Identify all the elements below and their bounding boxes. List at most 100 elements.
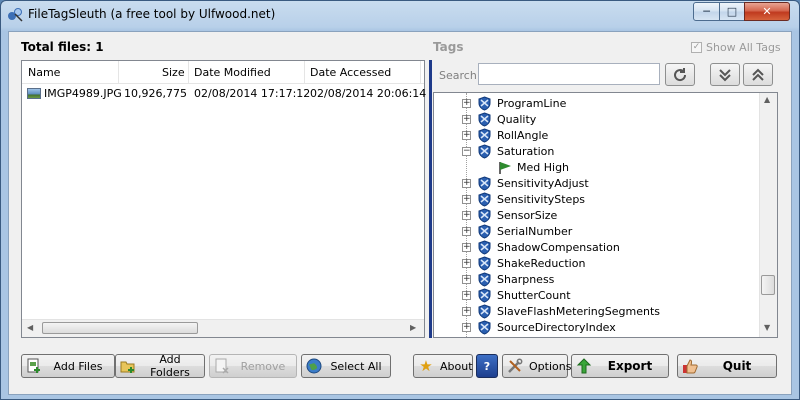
tree-item-label: Med High [517,161,570,174]
tree-item[interactable]: + SourceDirectoryIndex [434,320,764,336]
table-row[interactable]: IMGP4989.JPG 10,926,775 02/08/2014 17:17… [22,85,427,103]
shield-icon [478,96,491,111]
add-files-label: Add Files [53,359,103,373]
expand-icon[interactable]: + [462,275,471,284]
checkbox-checked-icon[interactable]: ✓ [691,42,702,53]
tree-item[interactable]: + SensitivityAdjust [434,176,764,192]
column-header-size[interactable]: Size [162,66,185,79]
about-button[interactable]: ★ About [413,354,473,378]
shield-icon [478,256,491,271]
tags-title: Tags [433,40,464,54]
add-files-button[interactable]: Add Files [21,354,115,378]
help-button[interactable]: ? [476,354,498,378]
tools-icon [507,358,523,374]
file-date-accessed: 02/08/2014 20:06:14 [310,87,427,100]
expand-icon[interactable]: + [462,211,471,220]
tree-item[interactable]: + Sharpness [434,272,764,288]
search-input[interactable] [478,63,660,85]
star-icon: ★ [419,357,433,375]
tree-item[interactable]: + RollAngle [434,128,764,144]
tree-item-label: ProgramLine [497,97,567,110]
tree-item[interactable]: + ShakeReduction [434,256,764,272]
expand-icon[interactable]: + [462,259,471,268]
column-header-name[interactable]: Name [28,66,60,79]
expand-icon[interactable]: + [462,115,471,124]
vertical-scrollbar[interactable]: ▲ ▼ [759,93,777,337]
maximize-button[interactable]: □ [719,2,745,21]
tree-item[interactable]: + SerialNumber [434,224,764,240]
file-list[interactable]: Name Size Date Modified Date Accessed IM… [21,60,427,338]
expand-icon[interactable]: + [462,291,471,300]
collapse-all-button[interactable] [743,63,773,86]
column-divider[interactable] [304,61,305,83]
tree-item-label: RollAngle [497,129,549,142]
panel-splitter[interactable] [429,60,432,338]
tag-tree[interactable]: + ProgramLine + Quality + RollAngle − Saturatio… [433,92,778,338]
add-folders-button[interactable]: Add Folders [115,353,205,379]
tree-item[interactable]: − Saturation [434,144,764,160]
shield-icon [478,176,491,191]
quit-button[interactable]: Quit [677,354,777,378]
column-header-date-accessed[interactable]: Date Accessed [310,66,391,79]
app-logo-icon [8,8,23,22]
tree-item[interactable]: + SlaveFlashMeteringSegments [434,304,764,320]
select-all-button[interactable]: Select All [301,354,391,378]
column-divider[interactable] [420,61,421,83]
remove-button[interactable]: Remove [209,354,297,378]
minimize-icon: ─ [703,5,710,18]
scroll-thumb[interactable] [761,275,775,295]
export-button[interactable]: Export [571,354,669,378]
tree-item[interactable]: Med High [434,160,764,176]
scroll-thumb[interactable] [42,322,198,334]
expand-icon[interactable]: + [462,307,471,316]
help-icon: ? [483,359,491,373]
expand-icon[interactable]: + [462,131,471,140]
double-chevron-down-icon [719,68,731,81]
refresh-button[interactable] [665,63,695,86]
title-bar[interactable]: FileTagSleuth (a free tool by Ulfwood.ne… [1,1,799,29]
shield-icon [478,320,491,335]
column-header-date-modified[interactable]: Date Modified [194,66,271,79]
shield-icon [478,144,491,159]
shield-icon [478,128,491,143]
expand-icon[interactable]: + [462,99,471,108]
shield-icon [478,240,491,255]
scroll-left-icon[interactable]: ◀ [27,323,33,332]
shield-icon [478,288,491,303]
search-label: Search [439,69,477,82]
column-divider[interactable] [188,61,189,83]
tree-item[interactable]: + SensorSize [434,208,764,224]
expand-all-button[interactable] [710,63,740,86]
select-all-label: Select All [330,359,382,373]
refresh-icon [674,67,687,81]
window-title: FileTagSleuth (a free tool by Ulfwood.ne… [28,7,276,21]
horizontal-scrollbar[interactable]: ◀ ▶ [22,319,424,337]
column-divider[interactable] [118,61,119,83]
scroll-up-icon[interactable]: ▲ [764,95,770,104]
total-files-label: Total files: 1 [21,40,104,54]
tree-item-label: ShutterCount [497,289,571,302]
shield-icon [478,224,491,239]
expand-icon[interactable]: + [462,243,471,252]
minimize-button[interactable]: ─ [693,2,720,21]
tree-item-label: SerialNumber [497,225,573,238]
options-button[interactable]: Options [502,354,571,378]
tree-item-label: SourceDirectoryIndex [497,321,616,334]
expand-icon[interactable]: + [462,179,471,188]
expand-icon[interactable]: + [462,323,471,332]
tree-item[interactable]: + ProgramLine [434,96,764,112]
shield-icon [478,112,491,127]
tree-item[interactable]: + ShadowCompensation [434,240,764,256]
expand-icon[interactable]: + [462,227,471,236]
tree-item[interactable]: + ShutterCount [434,288,764,304]
collapse-icon[interactable]: − [462,147,471,156]
close-button[interactable]: ✕ [744,2,790,21]
scroll-down-icon[interactable]: ▼ [764,323,770,332]
tree-item[interactable]: + SensitivitySteps [434,192,764,208]
show-all-tags-checkbox[interactable]: ✓ Show All Tags [691,41,781,54]
tree-item[interactable]: + Quality [434,112,764,128]
tree-item-label: SensitivitySteps [497,193,586,206]
expand-icon[interactable]: + [462,195,471,204]
app-window: FileTagSleuth (a free tool by Ulfwood.ne… [0,0,800,400]
scroll-right-icon[interactable]: ▶ [410,323,416,332]
